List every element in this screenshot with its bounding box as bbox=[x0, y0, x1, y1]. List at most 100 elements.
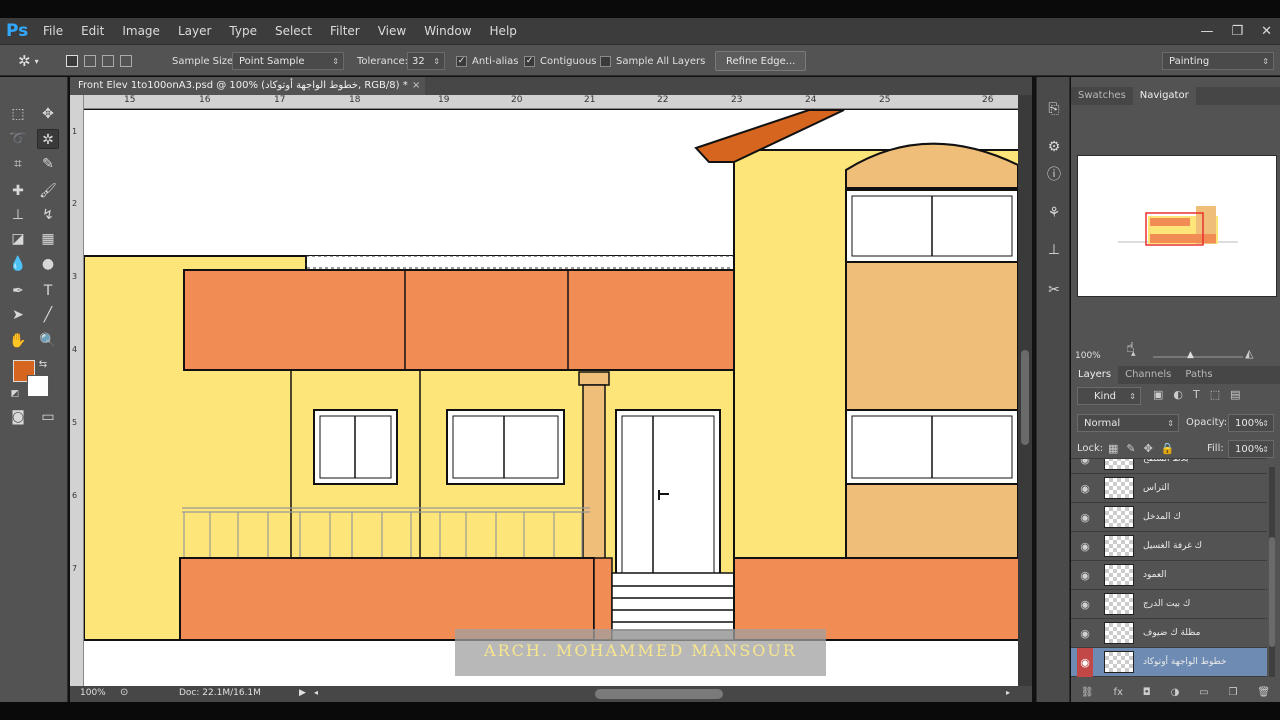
magic-wand-tool-icon[interactable]: ✲ bbox=[37, 129, 59, 149]
adjustment-filter-icon[interactable]: ◐ bbox=[1173, 388, 1183, 401]
visibility-eye-icon[interactable]: ◉ bbox=[1077, 619, 1093, 648]
quick-mask-icon[interactable]: ◙ bbox=[7, 407, 29, 427]
opacity-input[interactable]: 100% bbox=[1228, 414, 1274, 432]
add-selection-icon[interactable] bbox=[84, 55, 96, 67]
history-brush-icon[interactable]: ↯ bbox=[37, 205, 59, 225]
vertical-scroll-thumb[interactable] bbox=[1021, 350, 1029, 445]
healing-brush-icon[interactable]: ✚ bbox=[7, 181, 29, 201]
pixel-filter-icon[interactable]: ▣ bbox=[1153, 388, 1163, 401]
link-layers-icon[interactable]: ⛓ bbox=[1081, 687, 1094, 698]
screen-mode-icon[interactable]: ▭ bbox=[37, 407, 59, 427]
tool-presets-icon[interactable]: ✂ bbox=[1044, 280, 1064, 300]
sample-all-layers-check-icon[interactable] bbox=[600, 55, 611, 67]
tolerance-input[interactable]: 32 bbox=[407, 52, 445, 70]
new-group-icon[interactable]: ▭ bbox=[1199, 687, 1208, 698]
layer-row[interactable]: ◉ العمود bbox=[1071, 561, 1267, 590]
lock-transparency-icon[interactable]: ▦ bbox=[1108, 442, 1118, 455]
intersect-selection-icon[interactable] bbox=[120, 55, 132, 67]
layer-row[interactable]: ◉ ك المدخل bbox=[1071, 503, 1267, 532]
background-color-swatch[interactable] bbox=[27, 375, 49, 397]
brush-tool-icon[interactable]: 🖌 bbox=[37, 181, 59, 201]
visibility-eye-icon[interactable]: ◉ bbox=[1077, 590, 1093, 619]
contiguous-checkbox[interactable]: ✓ Contiguous bbox=[524, 45, 597, 77]
eraser-tool-icon[interactable]: ◪ bbox=[7, 229, 29, 249]
visibility-eye-icon[interactable]: ◉ bbox=[1077, 459, 1093, 474]
default-colors-icon[interactable]: ◩ bbox=[8, 384, 22, 404]
new-layer-icon[interactable]: ❐ bbox=[1228, 687, 1237, 698]
add-mask-icon[interactable]: ◘ bbox=[1143, 687, 1151, 698]
contiguous-check-icon[interactable]: ✓ bbox=[524, 55, 535, 67]
menu-type[interactable]: Type bbox=[220, 18, 266, 44]
path-selection-icon[interactable]: ➤ bbox=[7, 305, 29, 325]
sample-size-select[interactable]: Point Sample bbox=[232, 45, 344, 77]
layer-row[interactable]: ◉ ك غرفة الغسيل bbox=[1071, 532, 1267, 561]
pen-tool-icon[interactable]: ✒ bbox=[7, 281, 29, 301]
lock-position-icon[interactable]: ✥ bbox=[1144, 442, 1153, 455]
info-panel-icon[interactable]: ⓘ bbox=[1044, 165, 1064, 185]
adjustment-layer-icon[interactable]: ◑ bbox=[1171, 687, 1180, 698]
menu-window[interactable]: Window bbox=[415, 18, 480, 44]
tab-channels[interactable]: Channels bbox=[1118, 366, 1178, 384]
layer-row[interactable]: ◉ ك بيت الدرج bbox=[1071, 590, 1267, 619]
layer-row[interactable]: ◉ بلاط السطح bbox=[1071, 459, 1267, 474]
subtract-selection-icon[interactable] bbox=[102, 55, 114, 67]
blend-mode-select[interactable]: Normal bbox=[1077, 414, 1179, 432]
tab-layers[interactable]: Layers bbox=[1071, 366, 1119, 384]
sample-size-value[interactable]: Point Sample bbox=[232, 52, 344, 70]
gradient-tool-icon[interactable]: ▦ bbox=[37, 229, 59, 249]
dodge-tool-icon[interactable]: ● bbox=[37, 254, 59, 274]
fill-input[interactable]: 100% bbox=[1228, 440, 1274, 458]
scroll-left-icon[interactable]: ◂ bbox=[314, 688, 318, 697]
refine-edge-button[interactable]: Refine Edge... bbox=[715, 51, 807, 71]
navigator-preview[interactable] bbox=[1077, 155, 1277, 297]
visibility-eye-icon[interactable]: ◉ bbox=[1077, 561, 1093, 590]
zoom-level[interactable]: 100% bbox=[80, 688, 106, 698]
visibility-eye-icon[interactable]: ◉ bbox=[1077, 503, 1093, 532]
anti-alias-check-icon[interactable]: ✓ bbox=[456, 55, 467, 67]
shape-filter-icon[interactable]: ⬚ bbox=[1210, 388, 1220, 401]
menu-edit[interactable]: Edit bbox=[72, 18, 113, 44]
blur-tool-icon[interactable]: 💧 bbox=[7, 254, 29, 274]
eyedropper-tool-icon[interactable]: ✎ bbox=[37, 154, 59, 174]
delete-layer-icon[interactable]: 🗑 bbox=[1257, 687, 1270, 698]
menu-view[interactable]: View bbox=[369, 18, 415, 44]
layers-scrollbar[interactable] bbox=[1269, 467, 1275, 677]
layer-style-icon[interactable]: fx bbox=[1113, 687, 1122, 698]
smart-object-filter-icon[interactable]: ▤ bbox=[1230, 388, 1240, 401]
layer-row-selected[interactable]: ◉ خطوط الواجهة أوتوكاد bbox=[1071, 648, 1267, 677]
document-canvas[interactable]: ARCH. MOHAMMED MANSOUR bbox=[84, 110, 1018, 686]
brush-panel-icon[interactable]: ⚘ bbox=[1044, 203, 1064, 223]
menu-layer[interactable]: Layer bbox=[169, 18, 220, 44]
layer-row[interactable]: ◉ مظلة ك ضيوف bbox=[1071, 619, 1267, 648]
vertical-scrollbar[interactable] bbox=[1018, 95, 1032, 687]
document-tab-title[interactable]: Front Elev 1to100onA3.psd @ 100% (خطوط ا… bbox=[70, 77, 425, 95]
visibility-eye-icon[interactable]: ◉ bbox=[1077, 648, 1093, 677]
close-icon[interactable]: ✕ bbox=[1261, 24, 1272, 39]
zoom-slider[interactable] bbox=[1153, 356, 1243, 358]
navigator-zoom-value[interactable]: 100% bbox=[1075, 351, 1101, 361]
workspace-select[interactable]: Painting bbox=[1162, 45, 1274, 77]
lasso-tool-icon[interactable]: ➰ bbox=[7, 129, 29, 149]
sample-all-layers-checkbox[interactable]: Sample All Layers bbox=[600, 45, 705, 77]
history-panel-icon[interactable]: ⎘ bbox=[1044, 99, 1064, 119]
horizontal-scroll-thumb[interactable] bbox=[595, 689, 723, 699]
lock-all-icon[interactable]: 🔒 bbox=[1161, 442, 1175, 455]
scroll-right-icon[interactable]: ▸ bbox=[1006, 688, 1010, 697]
zoom-tool-icon[interactable]: 🔍 bbox=[37, 331, 59, 351]
menu-image[interactable]: Image bbox=[113, 18, 169, 44]
tolerance-field[interactable]: 32 bbox=[407, 45, 445, 77]
clone-stamp-icon[interactable]: ⊥ bbox=[7, 205, 29, 225]
layer-filter-kind[interactable]: Kind bbox=[1077, 387, 1141, 405]
lock-pixels-icon[interactable]: ✎ bbox=[1126, 442, 1135, 455]
menu-help[interactable]: Help bbox=[481, 18, 526, 44]
tab-swatches[interactable]: Swatches bbox=[1071, 87, 1133, 105]
close-document-icon[interactable]: × bbox=[412, 77, 420, 95]
marquee-tool-icon[interactable]: ⬚ bbox=[7, 104, 29, 124]
restore-icon[interactable]: ❐ bbox=[1231, 24, 1243, 39]
move-tool-icon[interactable]: ✥ bbox=[37, 104, 59, 124]
new-selection-icon[interactable] bbox=[66, 55, 78, 67]
menu-filter[interactable]: Filter bbox=[321, 18, 369, 44]
status-info-icon[interactable]: ⊙ bbox=[120, 687, 128, 698]
minimize-icon[interactable]: — bbox=[1200, 24, 1213, 39]
zoom-slider-thumb[interactable]: ▲ bbox=[1187, 350, 1194, 360]
